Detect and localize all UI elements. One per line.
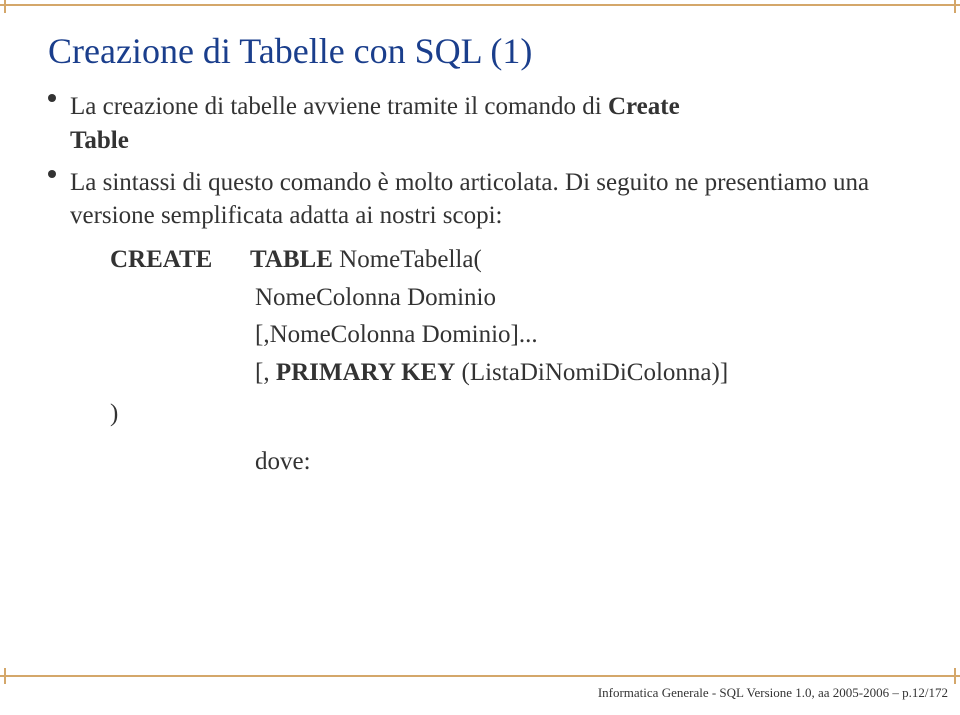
- corner-cross-br: [947, 668, 960, 684]
- slide-title: Creazione di Tabelle con SQL (1): [48, 30, 912, 72]
- code-line4-a: [,: [255, 359, 276, 386]
- border-bottom: [4, 675, 956, 677]
- bullet-item-1: La creazione di tabelle avviene tramite …: [48, 90, 912, 158]
- primary-key-keyword: PRIMARY KEY: [276, 359, 455, 386]
- code-line-4: [, PRIMARY KEY (ListaDiNomiDiColonna)]: [255, 354, 912, 392]
- border-top: [4, 4, 956, 6]
- bullet1-bold1: Create: [608, 93, 680, 120]
- bullet1-prefix: La creazione di tabelle avviene tramite …: [70, 93, 608, 120]
- code-close-paren: ): [110, 395, 912, 433]
- bullet-icon: [48, 170, 56, 178]
- code-line4-c: (ListaDiNomiDiColonna)]: [455, 359, 728, 386]
- bullet1-bold2: Table: [70, 127, 129, 154]
- create-keyword: CREATE: [110, 241, 250, 279]
- code-line-3: [,NomeColonna Dominio]...: [255, 316, 912, 354]
- code-block: CREATETABLE NomeTabella( NomeColonna Dom…: [110, 241, 912, 480]
- code-line-1: CREATETABLE NomeTabella(: [110, 241, 912, 279]
- table-keyword: TABLE: [250, 246, 333, 273]
- bullet-text-2: La sintassi di questo comando è molto ar…: [70, 166, 912, 234]
- bullet-item-2: La sintassi di questo comando è molto ar…: [48, 166, 912, 234]
- code-dove: dove:: [255, 443, 912, 481]
- corner-cross-tr: [947, 0, 960, 13]
- corner-cross-bl: [0, 668, 13, 684]
- slide-content: Creazione di Tabelle con SQL (1) La crea…: [0, 0, 960, 480]
- code-line1-rest: NomeTabella(: [333, 246, 482, 273]
- corner-cross-tl: [0, 0, 13, 13]
- bullet-icon: [48, 94, 56, 102]
- slide-footer: Informatica Generale - SQL Versione 1.0,…: [598, 685, 948, 701]
- bullet-text-1: La creazione di tabelle avviene tramite …: [70, 90, 680, 158]
- code-line-2: NomeColonna Dominio: [255, 279, 912, 317]
